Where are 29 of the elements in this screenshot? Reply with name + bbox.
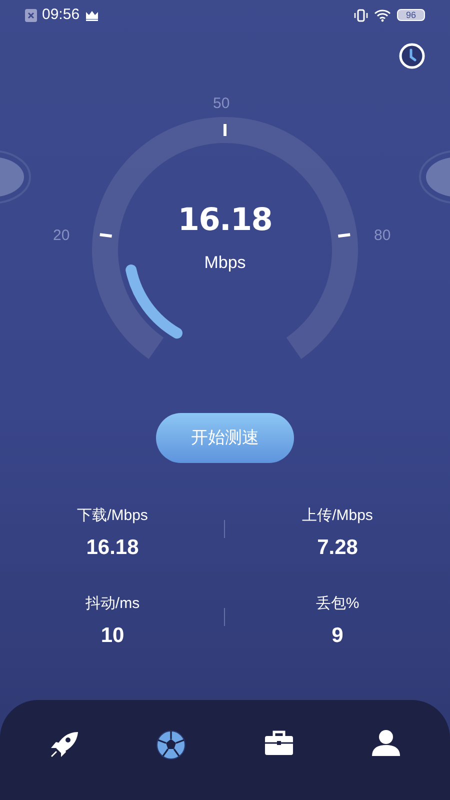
scale-label: 80	[374, 228, 391, 243]
clock-icon[interactable]	[398, 42, 426, 70]
crown-icon	[84, 10, 99, 20]
stat-label: 下载/Mbps	[77, 506, 148, 526]
stat-value: 9	[332, 622, 344, 648]
stat-label: 抖动/ms	[85, 594, 140, 614]
stat-value: 16.18	[86, 534, 139, 560]
scale-label: 50	[213, 96, 230, 111]
speed-value: 16.18	[178, 205, 272, 236]
tick-mark	[100, 233, 112, 238]
stat-label: 上传/Mbps	[302, 506, 373, 526]
scale-label: 20	[53, 228, 70, 243]
soccer-ball-icon[interactable]	[156, 730, 186, 760]
stat-value: 10	[100, 622, 124, 648]
start-test-button[interactable]: 开始测速	[156, 413, 294, 463]
stat-label: 丢包%	[316, 594, 360, 614]
briefcase-icon[interactable]	[264, 730, 294, 756]
clock-time: 09:56	[42, 4, 80, 25]
vibrate-icon	[354, 8, 368, 22]
stat-value: 7.28	[317, 534, 358, 560]
wifi-icon	[374, 8, 391, 22]
speed-unit: Mbps	[204, 252, 246, 274]
tick-mark	[224, 124, 226, 136]
person-icon[interactable]	[371, 730, 402, 756]
side-disc-drawing	[419, 150, 450, 204]
battery-icon: 96	[397, 9, 425, 21]
side-disc-drawing	[0, 150, 31, 204]
sim-card-icon	[25, 8, 37, 22]
tick-mark	[338, 233, 350, 238]
